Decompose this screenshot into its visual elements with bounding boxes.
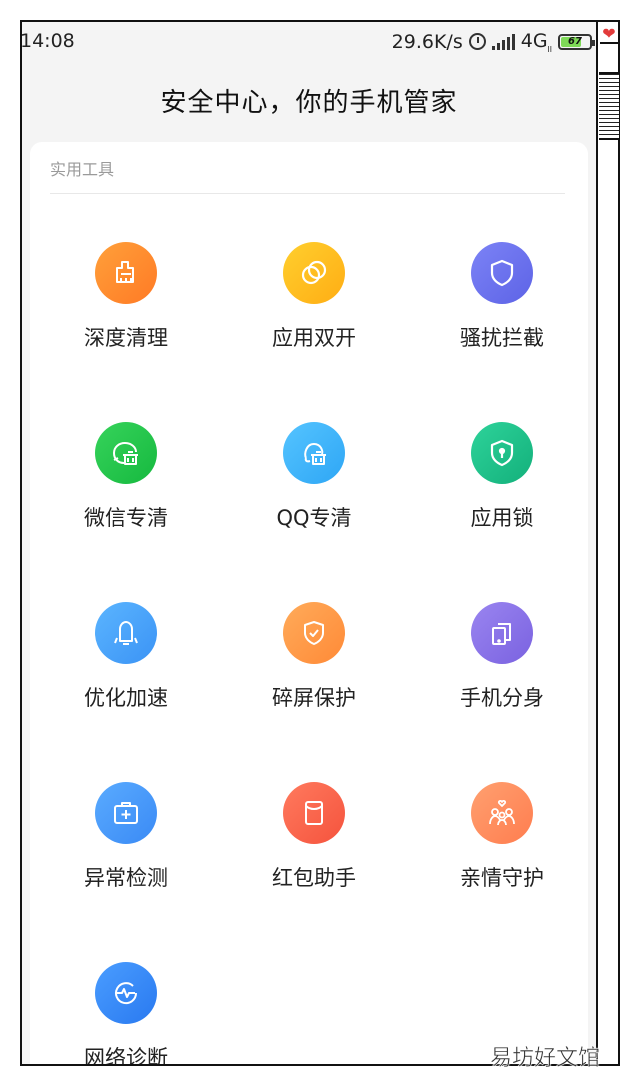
tool-tile[interactable]: 网络诊断	[36, 962, 216, 1066]
tool-label: 应用锁	[470, 506, 534, 530]
shield-icon	[471, 242, 533, 304]
tool-tile[interactable]: 应用锁	[412, 422, 592, 582]
tool-label: 应用双开	[272, 326, 356, 350]
section-title: 实用工具	[50, 160, 115, 179]
second-space-icon	[471, 602, 533, 664]
battery-text: 67	[568, 36, 582, 48]
status-right: 29.6K/s 4Gll 67	[391, 30, 595, 54]
tool-tile[interactable]: 异常检测	[36, 782, 216, 942]
network-type: 4Gll	[520, 30, 552, 54]
tool-tile[interactable]: 骚扰拦截	[412, 242, 592, 402]
tool-label: 亲情守护	[460, 866, 544, 890]
qq-clean-icon	[283, 422, 345, 484]
tool-tile[interactable]: 优化加速	[36, 602, 216, 762]
tool-label: 网络诊断	[84, 1046, 168, 1066]
heart-icon[interactable]: ❤	[600, 24, 618, 44]
tool-label: 深度清理	[84, 326, 168, 350]
tool-tile[interactable]: 红包助手	[224, 782, 404, 942]
status-time: 14:08	[20, 30, 75, 52]
network-speed: 29.6K/s	[391, 30, 463, 53]
boost-icon	[95, 602, 157, 664]
tool-label: 优化加速	[84, 686, 168, 710]
tool-tile[interactable]: 深度清理	[36, 242, 216, 402]
tool-tile[interactable]: 亲情守护	[412, 782, 592, 942]
tool-tile[interactable]: 手机分身	[412, 602, 592, 762]
tool-tile[interactable]: QQ专清	[224, 422, 404, 582]
red-packet-icon	[283, 782, 345, 844]
alarm-icon	[468, 33, 486, 51]
tool-tile[interactable]: 微信专清	[36, 422, 216, 582]
tool-label: 微信专清	[84, 506, 168, 530]
page-title: 安全中心，你的手机管家	[160, 88, 458, 118]
tool-label: 碎屏保护	[272, 686, 356, 710]
tool-label: QQ专清	[276, 506, 352, 530]
battery-icon: 67	[558, 33, 595, 50]
tool-tile[interactable]: 应用双开	[224, 242, 404, 402]
scroll-grip[interactable]	[599, 72, 619, 140]
screen-protect-icon	[283, 602, 345, 664]
app-lock-icon	[471, 422, 533, 484]
signal-icon	[491, 33, 515, 50]
wechat-clean-icon	[95, 422, 157, 484]
watermark: 易坊好文馆	[490, 1046, 601, 1072]
status-bar: 14:08 29.6K/s 4Gll 67	[22, 22, 596, 60]
family-guard-icon	[471, 782, 533, 844]
network-diagnosis-icon	[95, 962, 157, 1024]
scroll-sidebar: ❤	[596, 20, 620, 1066]
phone-screen: 14:08 29.6K/s 4Gll 67 安全中心，你的手机管家 实用工具 深…	[20, 20, 598, 1066]
tool-tile[interactable]: 碎屏保护	[224, 602, 404, 762]
tool-label: 红包助手	[272, 866, 356, 890]
tool-label: 骚扰拦截	[460, 326, 544, 350]
clean-icon	[95, 242, 157, 304]
anomaly-check-icon	[95, 782, 157, 844]
tool-label: 手机分身	[460, 686, 544, 710]
section-divider	[50, 193, 565, 194]
tool-label: 异常检测	[84, 866, 168, 890]
dual-apps-icon	[283, 242, 345, 304]
tools-card: 实用工具 深度清理 应用双开 骚扰拦截微信专清 QQ专清 应用锁优化加速 碎屏保护 手机分身…	[30, 142, 588, 1066]
